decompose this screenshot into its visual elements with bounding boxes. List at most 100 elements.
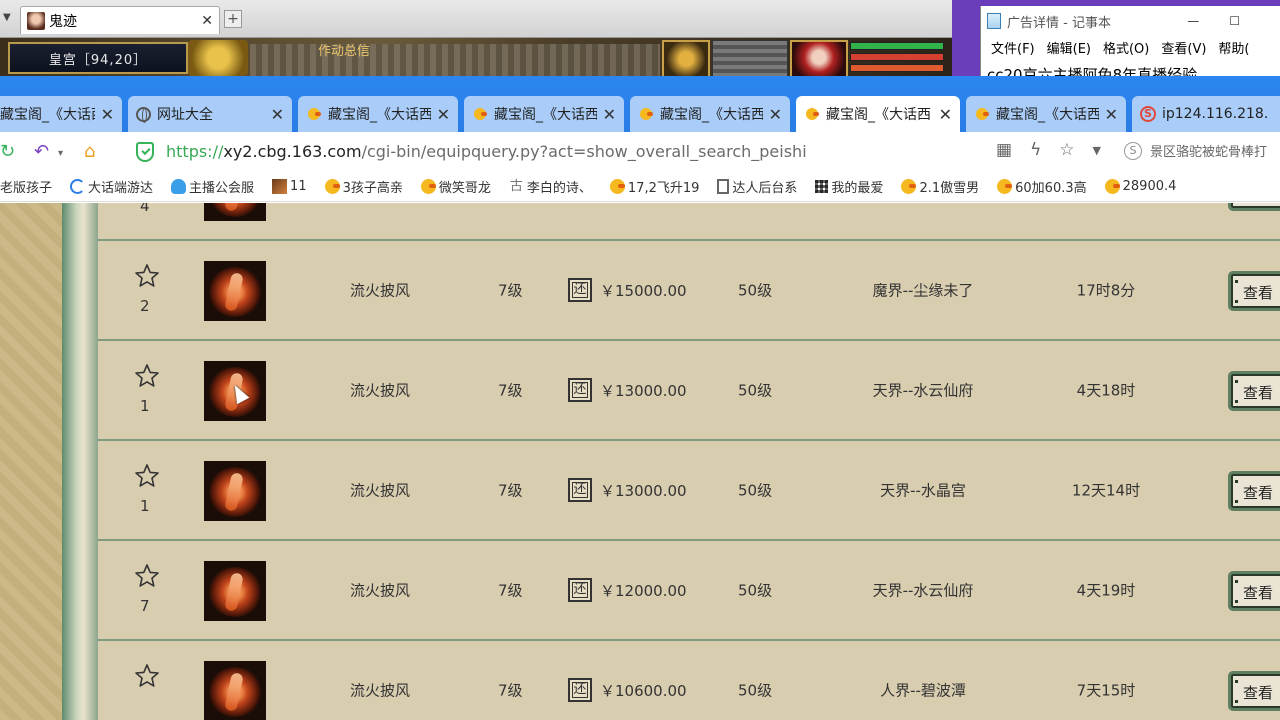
close-icon[interactable]: ✕	[939, 105, 952, 124]
browser-tab-7[interactable]: 藏宝阁_《大话西 ✕	[966, 96, 1126, 132]
game-location: 皇宫［94,20］	[8, 42, 188, 74]
bookmark-label: 28900.4	[1122, 179, 1177, 194]
secure-shield-icon[interactable]	[136, 142, 154, 162]
hero-portrait[interactable]	[790, 40, 848, 78]
browser-tab-1[interactable]: 藏宝阁_《大话西 ✕	[0, 96, 122, 132]
menu-help[interactable]: 帮助(	[1218, 38, 1249, 57]
view-button[interactable]: 查看	[1228, 571, 1280, 611]
favorite-star-icon[interactable]	[134, 663, 160, 689]
view-button[interactable]: 查看	[1228, 471, 1280, 511]
view-button[interactable]: 查看	[1228, 271, 1280, 311]
tab-label: 藏宝阁_《大话西	[328, 107, 431, 123]
item-thumbnail[interactable]	[204, 261, 266, 321]
item-price: 还 ￥13000.00	[568, 378, 687, 402]
star-icon[interactable]: ☆	[1059, 140, 1074, 160]
bargain-icon: 还	[568, 578, 592, 602]
search-box[interactable]: S 景区骆驼被蛇骨棒打	[1124, 141, 1267, 160]
item-server: 天界--水晶宫	[880, 481, 966, 500]
close-icon[interactable]: ✕	[101, 105, 114, 124]
close-icon[interactable]: ✕	[437, 105, 450, 124]
bookmark-12[interactable]: 60加60.3高	[997, 177, 1087, 196]
item-thumbnail[interactable]	[204, 661, 266, 720]
close-icon[interactable]: ✕	[271, 105, 284, 124]
bookmark-1[interactable]: 老版孩子	[0, 177, 52, 196]
minimize-icon[interactable]: —	[1187, 14, 1199, 28]
bookmark-13[interactable]: 28900.4	[1104, 179, 1177, 194]
undo-icon[interactable]: ↶	[34, 141, 49, 162]
bookmark-6[interactable]: 微笑哥龙	[420, 177, 491, 196]
url-input[interactable]: https://xy2.cbg.163.com/cgi-bin/equipque…	[166, 142, 807, 161]
browser-tab-3[interactable]: 藏宝阁_《大话西 ✕	[298, 96, 458, 132]
new-tab-button[interactable]: +	[224, 10, 242, 28]
chick-icon	[901, 179, 917, 194]
bookmark-label: 11	[290, 179, 307, 194]
favorite-star-icon[interactable]	[134, 363, 160, 389]
home-icon[interactable]: ⌂	[84, 141, 95, 162]
close-icon[interactable]: ✕	[603, 105, 616, 124]
tab-menu-arrow-icon[interactable]: ▼	[3, 12, 15, 26]
bookmark-11[interactable]: 2.1傲雪男	[901, 177, 979, 196]
item-name[interactable]: 流火披风	[350, 380, 410, 401]
browser-tab-6-active[interactable]: 藏宝阁_《大话西 ✕	[796, 96, 960, 132]
maximize-icon[interactable]: ☐	[1229, 14, 1240, 28]
item-name[interactable]: 流火披风	[350, 280, 410, 301]
bookmark-4[interactable]: 11	[272, 179, 307, 194]
game-tab-title: 鬼迹	[49, 13, 77, 30]
favorite-star-icon[interactable]	[134, 263, 160, 289]
item-price: 还 ￥15000.00	[568, 278, 687, 302]
item-price: 还 ￥10600.00	[568, 678, 687, 702]
item-name[interactable]: 流火披风	[350, 480, 410, 501]
pet-portrait[interactable]	[662, 40, 710, 78]
chevron-down-icon[interactable]: ▾	[58, 148, 63, 159]
bookmark-label: 李白的诗、	[526, 181, 592, 196]
bookmark-label: 3孩子高亲	[342, 181, 403, 196]
item-name[interactable]: 流火披风	[350, 680, 410, 701]
item-thumbnail[interactable]	[204, 203, 266, 221]
list-item: 流火披风 7级 还 ￥10600.00 50级 人界--碧波潭 7天15时 查看	[98, 641, 1280, 720]
favorite-count: 1	[140, 497, 150, 515]
lightning-icon[interactable]: ϟ	[1030, 140, 1041, 160]
bookmark-7[interactable]: 古李白的诗、	[509, 177, 592, 196]
bookmarks-bar: 老版孩子 大话端游达 主播公会服 11 3孩子高亲 微笑哥龙 古李白的诗、 17…	[0, 172, 1280, 202]
view-button[interactable]: 查看	[1228, 371, 1280, 411]
browser-tab-4[interactable]: 藏宝阁_《大话西 ✕	[464, 96, 624, 132]
browser-tab-8[interactable]: S ip124.116.218.	[1132, 96, 1280, 132]
item-thumbnail[interactable]	[204, 561, 266, 621]
view-button[interactable]: 查看	[1228, 671, 1280, 711]
favorite-star-icon[interactable]	[134, 563, 160, 589]
bookmark-2[interactable]: 大话端游达	[70, 177, 153, 196]
refresh-icon[interactable]: ↻	[0, 141, 15, 162]
bookmark-3[interactable]: 主播公会服	[171, 177, 254, 196]
globe-icon	[136, 106, 151, 123]
side-rail	[62, 203, 98, 720]
menu-format[interactable]: 格式(O)	[1103, 38, 1149, 57]
close-icon[interactable]: ✕	[1105, 105, 1118, 124]
item-name[interactable]: 流火披风	[350, 580, 410, 601]
close-icon[interactable]: ✕	[769, 105, 782, 124]
game-window-tabbar: ▼ 鬼迹 ✕ +	[0, 0, 952, 38]
qr-code-icon[interactable]: ▦	[996, 140, 1012, 160]
bookmark-10[interactable]: 我的最爱	[815, 177, 883, 196]
price-value: ￥13000.00	[600, 381, 687, 400]
chevron-down-icon[interactable]: ▼	[1093, 144, 1101, 157]
browser-tab-5[interactable]: 藏宝阁_《大话西 ✕	[630, 96, 790, 132]
hero-status-bars	[850, 42, 944, 76]
menu-file[interactable]: 文件(F)	[991, 38, 1035, 57]
favorite-star-icon[interactable]	[134, 463, 160, 489]
item-level: 7级	[498, 481, 523, 500]
view-button[interactable]: 查看	[1228, 203, 1280, 211]
browser-tab-2[interactable]: 网址大全 ✕	[128, 96, 292, 132]
game-tab[interactable]: 鬼迹 ✕	[20, 6, 220, 34]
menu-view[interactable]: 查看(V)	[1161, 38, 1206, 57]
item-time-left: 7天15时	[1076, 681, 1136, 700]
game-badge-icon[interactable]	[188, 40, 248, 76]
tab-label: 藏宝阁_《大话西	[494, 107, 597, 123]
chick-icon	[306, 106, 322, 122]
item-price: 还 ￥13000.00	[568, 478, 687, 502]
item-thumbnail[interactable]	[204, 461, 266, 521]
bookmark-9[interactable]: 达人后台系	[717, 177, 797, 196]
close-icon[interactable]: ✕	[201, 13, 213, 29]
bookmark-5[interactable]: 3孩子高亲	[324, 177, 403, 196]
bookmark-8[interactable]: 17,2飞升19	[609, 177, 699, 196]
menu-edit[interactable]: 编辑(E)	[1047, 38, 1091, 57]
